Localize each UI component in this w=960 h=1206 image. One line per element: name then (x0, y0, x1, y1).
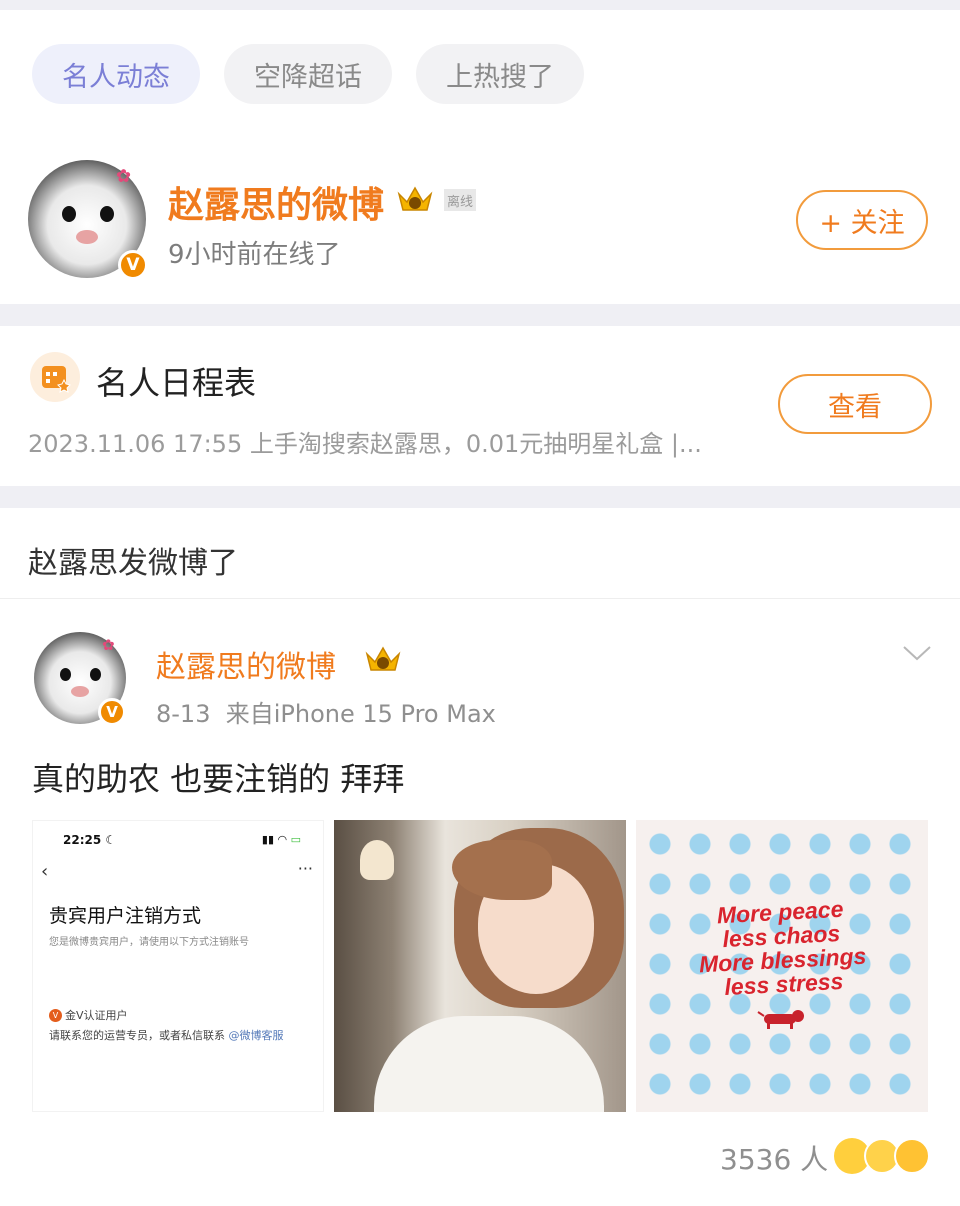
crown-icon (397, 186, 433, 211)
view-schedule-button[interactable]: 查看 (778, 374, 932, 434)
post-author-name[interactable]: 赵露思的微博 (156, 642, 336, 686)
section-title: 赵露思发微博了 (28, 546, 238, 581)
reaction-emojis[interactable] (834, 1138, 930, 1178)
gold-v-label: V 金V认证用户 (49, 1007, 128, 1023)
lamp-shape (360, 840, 394, 880)
post-source: 来自iPhone 15 Pro Max (225, 700, 496, 728)
calendar-icon (30, 352, 80, 402)
chevron-down-icon[interactable] (902, 644, 932, 662)
verified-badge-icon: V (98, 698, 126, 726)
crown-icon (365, 646, 401, 671)
offline-status-tag: 离线 (444, 189, 476, 211)
post-text: 真的助农 也要注销的 拜拜 (32, 760, 405, 798)
schedule-detail[interactable]: 2023.11.06 17:55 上手淘搜索赵露思，0.01元抽明星礼盒 |..… (28, 424, 702, 459)
online-status-text: 9小时前在线了 (168, 240, 341, 270)
profile-name[interactable]: 赵露思的微博 (168, 176, 384, 228)
status-time: 22:25 (63, 833, 102, 847)
post-image-poster[interactable]: More peace less chaos More blessings les… (636, 820, 928, 1112)
status-icons: ▮▮ ◠ ▭ (261, 833, 301, 846)
profile-avatar[interactable]: ✿ V (28, 160, 148, 280)
screenshot-title: 贵宾用户注销方式 (49, 905, 202, 927)
schedule-title: 名人日程表 (96, 364, 257, 402)
verified-badge-icon: V (118, 250, 148, 280)
tab-hot-search[interactable]: 上热搜了 (416, 44, 584, 104)
section-divider-2 (0, 486, 960, 508)
bow-icon: ✿ (102, 636, 115, 654)
poster-text: More peace less chaos More blessings les… (698, 895, 867, 1001)
tongue-emoji-icon (894, 1138, 930, 1174)
post-image-photo[interactable] (334, 820, 626, 1112)
more-icon: ··· (297, 859, 313, 878)
dachshund-icon (757, 1010, 804, 1029)
tab-celebrity-updates[interactable]: 名人动态 (32, 44, 200, 104)
screenshot-subtitle: 您是微博贵宾用户，请使用以下方式注销账号 (49, 937, 249, 948)
top-divider (0, 0, 960, 10)
reactions-count[interactable]: 3536 人 (720, 1138, 828, 1178)
section-divider (0, 304, 960, 326)
screenshot-contact: 请联系您的运营专员，或者私信联系 @微博客服 (49, 1029, 284, 1042)
post-date: 8-13 (156, 700, 211, 728)
post-image-screenshot[interactable]: 22:25 ☾ ▮▮ ◠ ▭ ‹ ··· 贵宾用户注销方式 您是微博贵宾用户，请… (32, 820, 324, 1112)
back-icon: ‹ (41, 861, 49, 882)
divider-line (0, 598, 960, 599)
post-meta: 8-13 来自iPhone 15 Pro Max (156, 694, 496, 729)
post-author-avatar[interactable]: ✿ V (34, 632, 126, 726)
bow-icon: ✿ (116, 166, 132, 187)
tab-super-topic[interactable]: 空降超话 (224, 44, 392, 104)
follow-button[interactable]: + 关注 (796, 190, 928, 250)
shirt-shape (374, 1016, 604, 1112)
